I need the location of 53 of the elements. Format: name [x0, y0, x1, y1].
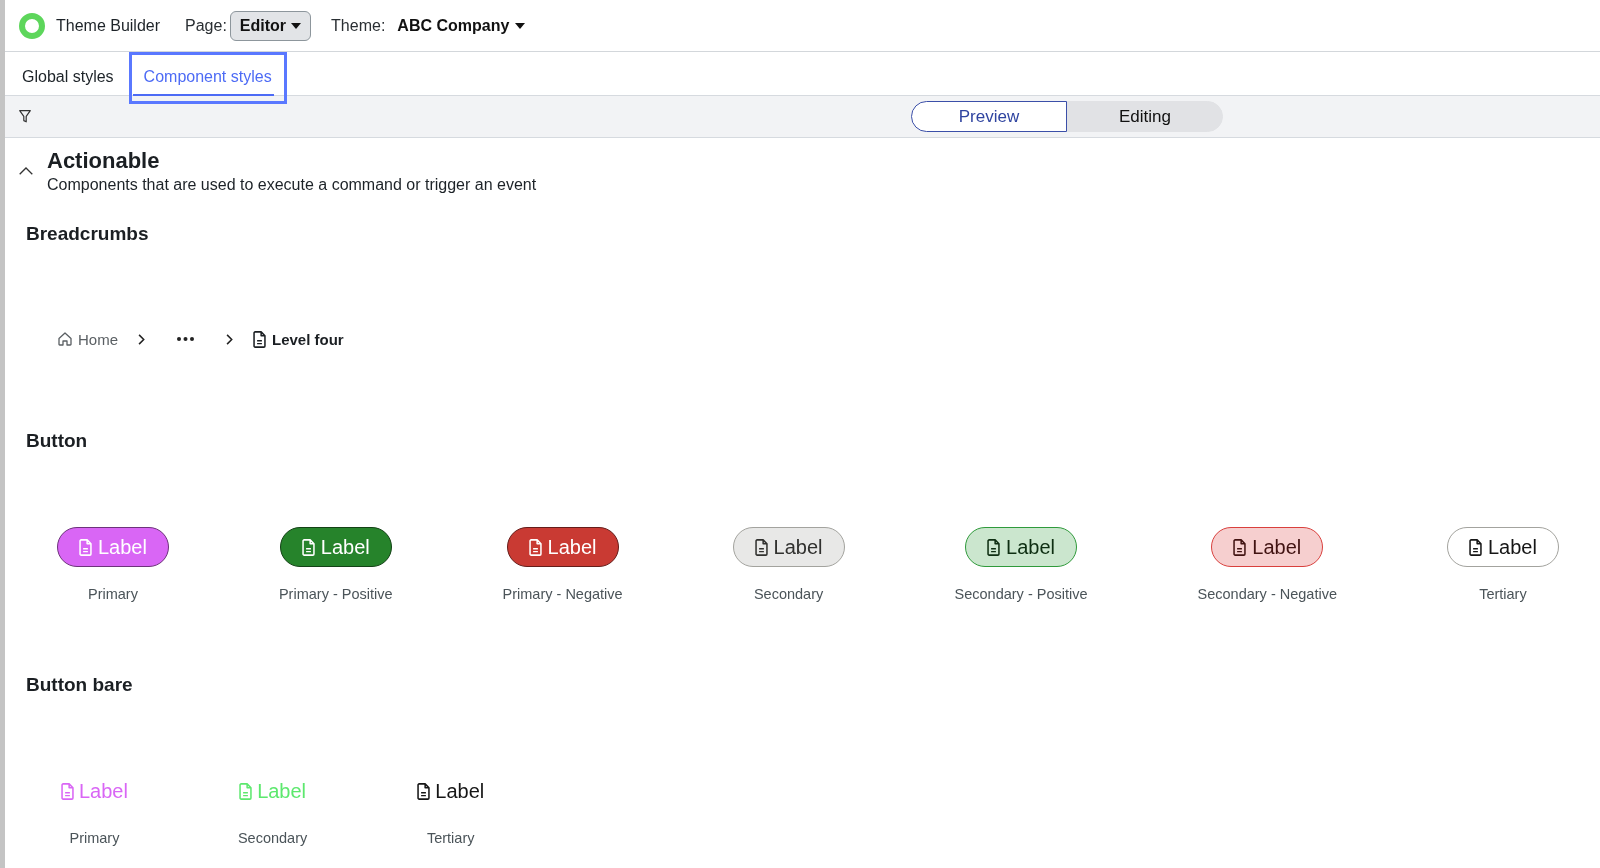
demo-button[interactable]: Label	[965, 527, 1077, 567]
breadcrumb-link[interactable]: Home	[58, 330, 118, 348]
button-caption: Secondary - Negative	[1197, 585, 1337, 603]
button-caption: Primary	[88, 585, 138, 603]
demo-button[interactable]: Label	[1211, 527, 1324, 567]
more-icon	[177, 337, 194, 341]
document-icon	[1233, 538, 1247, 556]
group-heading: Breadcrumbs	[26, 222, 150, 246]
tab[interactable]: Global styles	[7, 52, 129, 104]
logo-icon	[19, 12, 45, 39]
button-caption: Primary - Negative	[502, 585, 623, 603]
bare-button[interactable]: Label	[417, 778, 485, 804]
demo-button[interactable]: Label	[732, 527, 845, 567]
demo-button[interactable]: Label	[279, 527, 392, 567]
app-title: Theme Builder	[56, 16, 161, 35]
page-label: Page:	[185, 16, 227, 35]
mode-toggle[interactable]: Editing	[1067, 101, 1223, 132]
chevron-right-icon	[226, 333, 233, 345]
tab[interactable]: Component styles	[128, 52, 287, 104]
document-icon	[253, 330, 266, 348]
document-icon	[987, 538, 1001, 556]
caret-icon	[515, 22, 526, 29]
theme-label: Theme:	[331, 16, 386, 35]
button-caption: Secondary	[237, 829, 308, 847]
page-dropdown[interactable]: Editor	[229, 10, 312, 41]
button-caption: Tertiary	[1479, 585, 1527, 603]
demo-button[interactable]: Label	[506, 527, 619, 567]
document-icon	[79, 538, 92, 556]
chevron-up-icon[interactable]	[19, 167, 33, 175]
document-icon	[1468, 538, 1482, 556]
document-icon	[301, 538, 315, 556]
breadcrumb-link[interactable]: Level four	[253, 330, 344, 348]
section-title: Actionable	[47, 148, 161, 174]
chevron-right-icon	[138, 333, 145, 345]
button-caption: Tertiary	[426, 829, 475, 847]
mode-toggle[interactable]: Preview	[911, 101, 1067, 132]
caret-icon	[291, 22, 302, 29]
document-icon	[754, 538, 768, 556]
group-heading: Button bare	[26, 673, 134, 697]
filter-icon[interactable]	[19, 110, 31, 123]
button-caption: Secondary	[753, 585, 824, 603]
button-caption: Primary - Positive	[278, 585, 393, 603]
document-icon	[417, 782, 431, 800]
button-caption: Primary	[69, 829, 120, 847]
document-icon	[528, 538, 542, 556]
document-icon	[239, 782, 253, 800]
document-icon	[61, 782, 74, 800]
demo-button[interactable]: Label	[1446, 527, 1559, 567]
button-caption: Secondary - Positive	[954, 585, 1088, 603]
group-heading: Button	[26, 429, 89, 453]
home-icon	[58, 332, 72, 346]
section-description: Components that are used to execute a command or trigger an event	[47, 175, 537, 195]
theme-dropdown[interactable]: ABC Company	[397, 16, 526, 35]
